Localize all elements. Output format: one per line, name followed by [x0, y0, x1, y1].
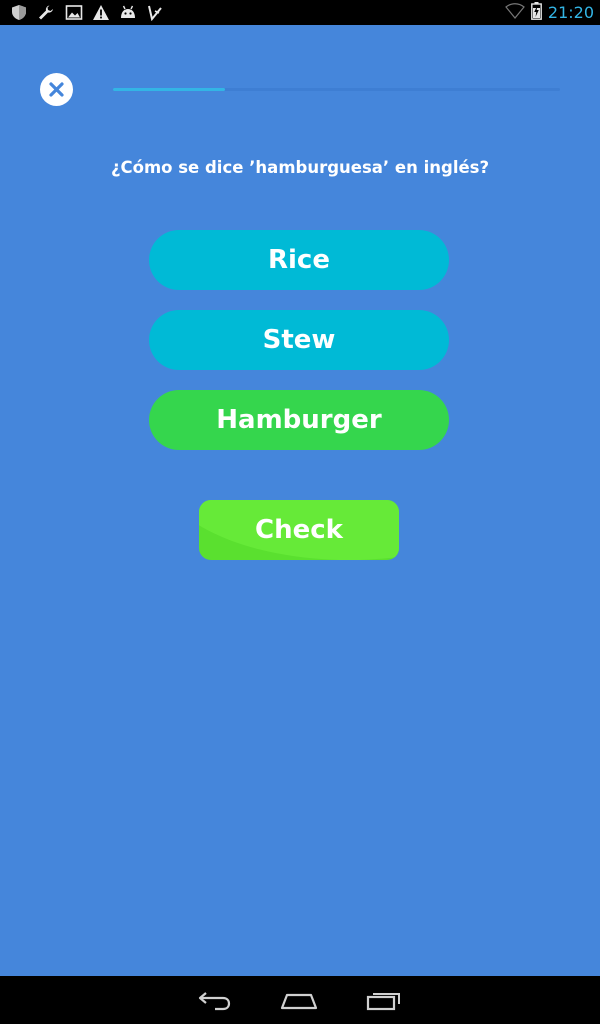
android-icon: [119, 4, 137, 21]
wifi-icon: [505, 2, 525, 23]
check-button[interactable]: Check: [199, 500, 399, 560]
wrench-icon: [37, 4, 55, 21]
close-button[interactable]: [40, 73, 73, 106]
status-bar: 21:20: [0, 0, 600, 25]
answer-option-hamburger[interactable]: Hamburger: [149, 390, 449, 450]
close-icon: [49, 82, 64, 97]
progress-fill: [113, 88, 225, 91]
back-button[interactable]: [195, 986, 235, 1014]
status-right: 21:20: [505, 0, 594, 25]
recent-apps-button[interactable]: [363, 986, 403, 1014]
recent-apps-icon: [366, 993, 400, 1011]
answer-option-stew[interactable]: Stew: [149, 310, 449, 370]
question-text: ¿Cómo se dice ’hamburguesa’ en inglés?: [110, 158, 490, 177]
progress-bar: [113, 88, 560, 91]
back-icon: [198, 992, 231, 1011]
navigation-bar: [0, 976, 600, 1024]
check-button-label: Check: [255, 515, 343, 545]
status-time: 21:20: [547, 3, 594, 22]
battery-charging-icon: [530, 1, 542, 24]
image-icon: [65, 4, 83, 21]
checklist-icon: [146, 4, 164, 21]
warning-icon: [92, 4, 110, 21]
home-button[interactable]: [279, 986, 319, 1014]
home-icon: [280, 993, 318, 1010]
answer-option-rice[interactable]: Rice: [149, 230, 449, 290]
shield-icon: [10, 4, 28, 21]
